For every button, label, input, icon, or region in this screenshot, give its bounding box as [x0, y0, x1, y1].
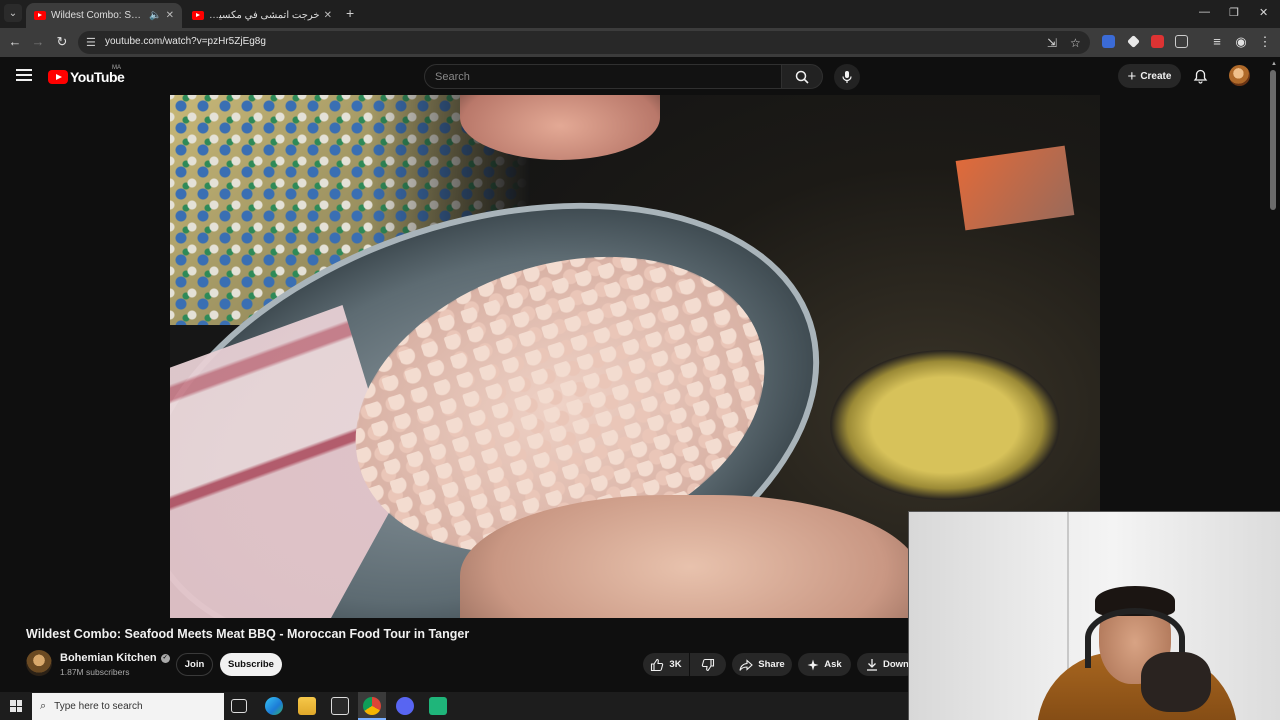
search-box[interactable] — [424, 64, 782, 89]
extension-red-icon[interactable] — [1151, 35, 1164, 48]
thumbs-down-icon — [701, 658, 715, 671]
extensions-puzzle-icon[interactable] — [1175, 35, 1188, 48]
ask-button[interactable]: Ask — [798, 653, 851, 676]
back-arrow-icon[interactable]: ← — [7, 34, 23, 49]
search-icon — [795, 70, 809, 84]
thumbs-up-icon — [651, 658, 664, 671]
like-count: 3K — [669, 659, 682, 670]
translate-extension-icon[interactable] — [1102, 35, 1115, 48]
search-input[interactable] — [425, 65, 781, 88]
youtube-play-logo-icon — [48, 70, 68, 84]
youtube-favicon-icon — [34, 11, 46, 20]
download-icon — [867, 659, 877, 671]
file-explorer-icon[interactable] — [298, 697, 316, 715]
browser-tab-strip: ⌄ Wildest Combo: Seafood M 🔈 ✕ خرجت أتمش… — [0, 0, 1280, 28]
extension-diamond-icon[interactable] — [1127, 35, 1140, 48]
download-label: Down — [883, 659, 909, 670]
dislike-button[interactable] — [690, 653, 726, 676]
install-app-icon[interactable]: ⇲ — [1047, 36, 1057, 50]
microphone-icon — [842, 71, 852, 83]
subscribe-button[interactable]: Subscribe — [220, 653, 282, 676]
microsoft-store-icon[interactable] — [331, 697, 349, 715]
task-view-icon[interactable] — [231, 699, 247, 713]
new-tab-plus-icon[interactable]: + — [346, 5, 354, 21]
taskbar-search-placeholder: Type here to search — [54, 701, 143, 712]
account-avatar[interactable] — [1229, 65, 1250, 86]
close-window-icon[interactable]: ✕ — [1259, 6, 1268, 19]
share-arrow-icon — [739, 658, 754, 671]
forward-arrow-icon[interactable]: → — [30, 34, 46, 49]
browser-toolbar: ← → ↻ ☰ youtube.com/watch?v=pzHr5ZjEg8g … — [0, 28, 1280, 57]
site-info-icon[interactable]: ☰ — [86, 36, 96, 49]
taskbar-search[interactable]: ⌕ Type here to search — [32, 693, 224, 720]
country-code: MA — [112, 65, 121, 71]
chrome-browser-icon[interactable] — [363, 697, 381, 715]
create-label: Create — [1140, 70, 1172, 82]
tab-youtube-active[interactable]: Wildest Combo: Seafood M 🔈 ✕ — [26, 3, 182, 28]
ask-label: Ask — [824, 659, 842, 670]
plus-icon: + — [1127, 67, 1137, 85]
address-bar[interactable]: ☰ youtube.com/watch?v=pzHr5ZjEg8g ⇲ ☆ — [78, 31, 1090, 54]
verified-check-icon: ✓ — [160, 653, 170, 663]
youtube-logo[interactable]: YouTube MA — [48, 65, 125, 85]
profile-icon[interactable]: ◉ — [1233, 34, 1249, 50]
chopped-garlic-bowl — [830, 350, 1060, 500]
minimize-icon[interactable]: — — [1199, 6, 1210, 18]
sparkle-icon — [807, 659, 819, 670]
restore-icon[interactable]: ❐ — [1229, 6, 1239, 19]
share-button[interactable]: Share — [732, 653, 792, 676]
guide-menu-icon[interactable] — [16, 69, 32, 81]
windows-start-icon[interactable] — [10, 700, 22, 712]
search-button[interactable] — [781, 64, 823, 89]
join-button[interactable]: Join — [176, 653, 213, 676]
create-button[interactable]: + Create — [1118, 64, 1181, 88]
media-control-icon[interactable]: ≡ — [1209, 34, 1225, 49]
reload-icon[interactable]: ↻ — [54, 34, 70, 50]
bookmark-star-icon[interactable]: ☆ — [1070, 36, 1081, 50]
youtube-favicon-icon — [192, 11, 204, 20]
channel-name-row[interactable]: Bohemian Kitchen ✓ — [60, 652, 170, 664]
like-button[interactable]: 3K — [643, 653, 689, 676]
scroll-up-arrow-icon[interactable]: ▲ — [1271, 61, 1277, 67]
windows-taskbar: ⌕ Type here to search — [0, 692, 908, 720]
person-hand — [1141, 652, 1211, 712]
search-icon: ⌕ — [40, 700, 47, 712]
youtube-logo-text: YouTube — [70, 69, 125, 85]
discord-icon[interactable] — [396, 697, 414, 715]
browser-menu-icon[interactable]: ⋮ — [1257, 34, 1273, 50]
tab-close-icon[interactable]: ✕ — [166, 10, 174, 21]
share-label: Share — [758, 659, 785, 670]
video-title: Wildest Combo: Seafood Meets Meat BBQ - … — [26, 627, 470, 641]
notifications-bell-icon[interactable] — [1193, 69, 1208, 89]
page-scrollbar[interactable] — [1270, 70, 1276, 210]
tab-title: خرجت أتمشى في مكسيكو... ولعد — [209, 10, 320, 21]
app-green-icon[interactable] — [429, 697, 447, 715]
subscriber-count: 1.87M subscribers — [60, 667, 130, 677]
audio-playing-icon[interactable]: 🔈 — [149, 10, 161, 21]
voice-search-button[interactable] — [834, 64, 860, 90]
youtube-masthead: YouTube MA + Create — [0, 57, 1280, 95]
channel-name[interactable]: Bohemian Kitchen — [60, 652, 157, 664]
channel-avatar[interactable] — [26, 650, 52, 676]
tab-title: Wildest Combo: Seafood M — [51, 10, 145, 21]
tab-close-icon[interactable]: ✕ — [324, 10, 332, 21]
edge-browser-icon[interactable] — [265, 697, 283, 715]
url-text: youtube.com/watch?v=pzHr5ZjEg8g — [105, 36, 266, 47]
tab-search-button[interactable]: ⌄ — [4, 4, 22, 22]
tab-youtube-second[interactable]: خرجت أتمشى في مكسيكو... ولعد ✕ — [184, 3, 340, 28]
webcam-overlay — [908, 511, 1280, 720]
